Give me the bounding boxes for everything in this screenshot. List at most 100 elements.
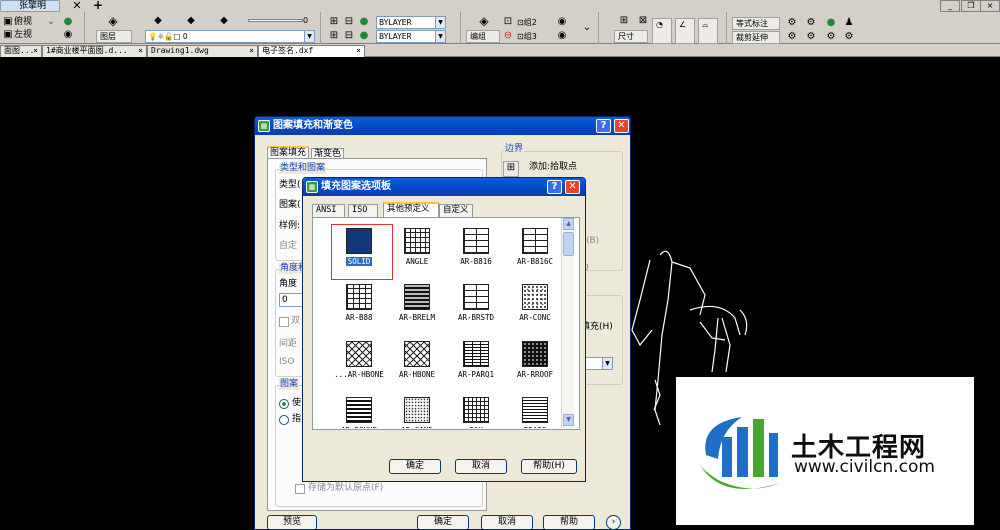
polar-icon[interactable]: ⚙ [825,31,837,43]
pattern-item[interactable]: AR-CONC [505,280,565,335]
pattern-item[interactable]: BOX [446,393,506,428]
layer-prop-icon[interactable]: ◆ [152,15,164,27]
ok-button[interactable]: 确定 [417,515,469,530]
text-style-button[interactable]: 等式标注 [732,17,780,30]
view-top-label[interactable]: 俯视 [14,17,32,28]
minimize-button[interactable]: _ [940,0,960,12]
align2-icon[interactable]: ⚙ [805,17,817,29]
doc-tab-3[interactable]: Drawing1.dwg × [147,45,258,57]
scroll-up-icon[interactable]: ▲ [563,218,574,230]
store-default-checkbox[interactable] [295,484,305,494]
close-icon[interactable]: × [33,46,38,56]
eye-icon[interactable]: ◉ [556,16,568,28]
tab-other-predefined[interactable]: 其他预定义 [383,202,439,218]
pattern-item[interactable]: AR-BRSTD [446,280,506,335]
group-add-icon[interactable]: ⊡ [502,16,514,28]
pattern-item[interactable]: ...AR-HBONE [329,337,389,392]
close-icon[interactable]: × [249,46,254,56]
palette-cancel-button[interactable]: 取消 [455,459,507,474]
dimension-linear-icon[interactable]: ⊠ [637,15,649,27]
tab-custom[interactable]: 自定义 [439,204,473,217]
help-icon[interactable]: ? [596,119,611,133]
palette-ok-button[interactable]: 确定 [389,459,441,474]
tab-ansi[interactable]: ANSI [312,204,345,217]
layer-combo[interactable]: 💡☼🔓□ 0 ▼ [145,30,315,43]
pattern-item[interactable]: AR-SAND [387,393,447,428]
group2-item[interactable]: ⊡组2 [517,17,537,28]
add-pick-points[interactable]: 添加:拾取点 [529,162,577,173]
doc-tab-1[interactable]: 面图... × [0,45,42,57]
doc-tab-4[interactable]: 电子签名.dxf × [258,45,365,57]
pattern-item[interactable]: SOLID [329,224,393,280]
dropdown-icon[interactable]: ⌄ [45,16,57,28]
cancel-button[interactable]: 取消 [481,515,533,530]
pattern-item[interactable]: AR-B816 [446,224,506,279]
pattern-item[interactable]: AR-B816C [505,224,565,279]
color-combo[interactable]: BYLAYER ▼ [376,16,446,29]
radius-dim-button[interactable]: ◔ [652,18,672,44]
layer-match-icon[interactable]: ◆ [185,15,197,27]
settings-icon[interactable]: ⚙ [843,31,855,43]
view-left-label[interactable]: 左视 [14,30,32,41]
close-icon[interactable]: ✕ [565,180,580,194]
layer-slider[interactable] [248,19,303,22]
help-button[interactable]: 帮助 [543,515,595,530]
align-icon[interactable]: ⚙ [786,17,798,29]
layer-prev-icon[interactable]: ◆ [218,15,230,27]
pattern-item[interactable]: BRASS [505,393,565,428]
status-on-icon[interactable]: ● [358,16,370,28]
double-checkbox[interactable] [279,317,289,327]
dimension-button[interactable]: 尺寸 [614,30,648,43]
arc-dim-button[interactable]: ⌓ [698,18,718,44]
group3-item[interactable]: ⊡组3 [517,31,537,42]
visibility-icon[interactable]: ● [62,16,74,28]
pattern-scrollbar[interactable]: ▲ ▼ [561,218,574,428]
group-remove-icon[interactable]: ⊖ [502,30,514,42]
close-icon[interactable]: × [356,46,361,56]
close-workspace-icon[interactable]: ✕ [71,0,83,12]
pattern-item[interactable]: AR-RROOF [505,337,565,392]
pattern-item[interactable]: AR-RSHKE [329,393,389,428]
trim-extend-button[interactable]: 裁剪延伸 [732,31,780,44]
pattern-item[interactable]: AR-HBONE [387,337,447,392]
snap-icon[interactable]: ⚙ [786,31,798,43]
user-workspace-tab[interactable]: 张擎明 [0,0,60,12]
preview-button[interactable]: 预览 [267,515,317,530]
draw-order-combo[interactable]: ▼ [583,357,613,370]
linetype-combo[interactable]: BYLAYER ▼ [376,30,446,43]
status-on-icon[interactable]: ● [825,17,837,29]
scroll-thumb[interactable] [563,232,574,256]
dimension-icon[interactable]: ⊞ [618,15,630,27]
new-tab-icon[interactable]: + [92,0,104,12]
palette-help-button[interactable]: 帮助(H) [521,459,577,474]
close-icon[interactable]: ✕ [614,119,629,133]
close-icon[interactable]: × [138,46,143,56]
pick-points-icon[interactable]: ⊞ [503,161,519,177]
table-icon[interactable]: ⊟ [343,16,355,28]
more-options-icon[interactable]: › [606,515,621,530]
user-icon[interactable]: ♟ [843,17,855,29]
pattern-item[interactable]: AR-B88 [329,280,389,335]
close-app-button[interactable]: × [980,0,1000,12]
angular-dim-button[interactable]: ∠ [675,18,695,44]
pattern-item[interactable]: AR-PARQ1 [446,337,506,392]
print-icon[interactable]: ⊞ [328,30,340,42]
lock-icon[interactable]: ⊟ [343,30,355,42]
specified-origin-radio[interactable] [279,415,289,425]
grid-icon[interactable]: ⊞ [328,16,340,28]
eye-icon[interactable]: ◉ [62,29,74,41]
pattern-item[interactable]: AR-BRELM [387,280,447,335]
layer-stack-icon[interactable]: ◈ [107,15,119,27]
tab-iso[interactable]: ISO [348,204,378,217]
help-icon[interactable]: ? [547,180,562,194]
eye-icon[interactable]: ◉ [556,30,568,42]
layers-button[interactable]: 图层 [96,30,132,43]
status-on-icon[interactable]: ● [358,30,370,42]
ortho-icon[interactable]: ⚙ [805,31,817,43]
use-current-origin-radio[interactable] [279,399,289,409]
chevron-down-icon[interactable]: ⌄ [581,22,593,34]
scroll-down-icon[interactable]: ▼ [563,414,574,426]
group-icon[interactable]: ◈ [478,15,490,27]
group-button[interactable]: 编组 [466,30,500,43]
angle-input[interactable]: 0 [279,293,303,307]
